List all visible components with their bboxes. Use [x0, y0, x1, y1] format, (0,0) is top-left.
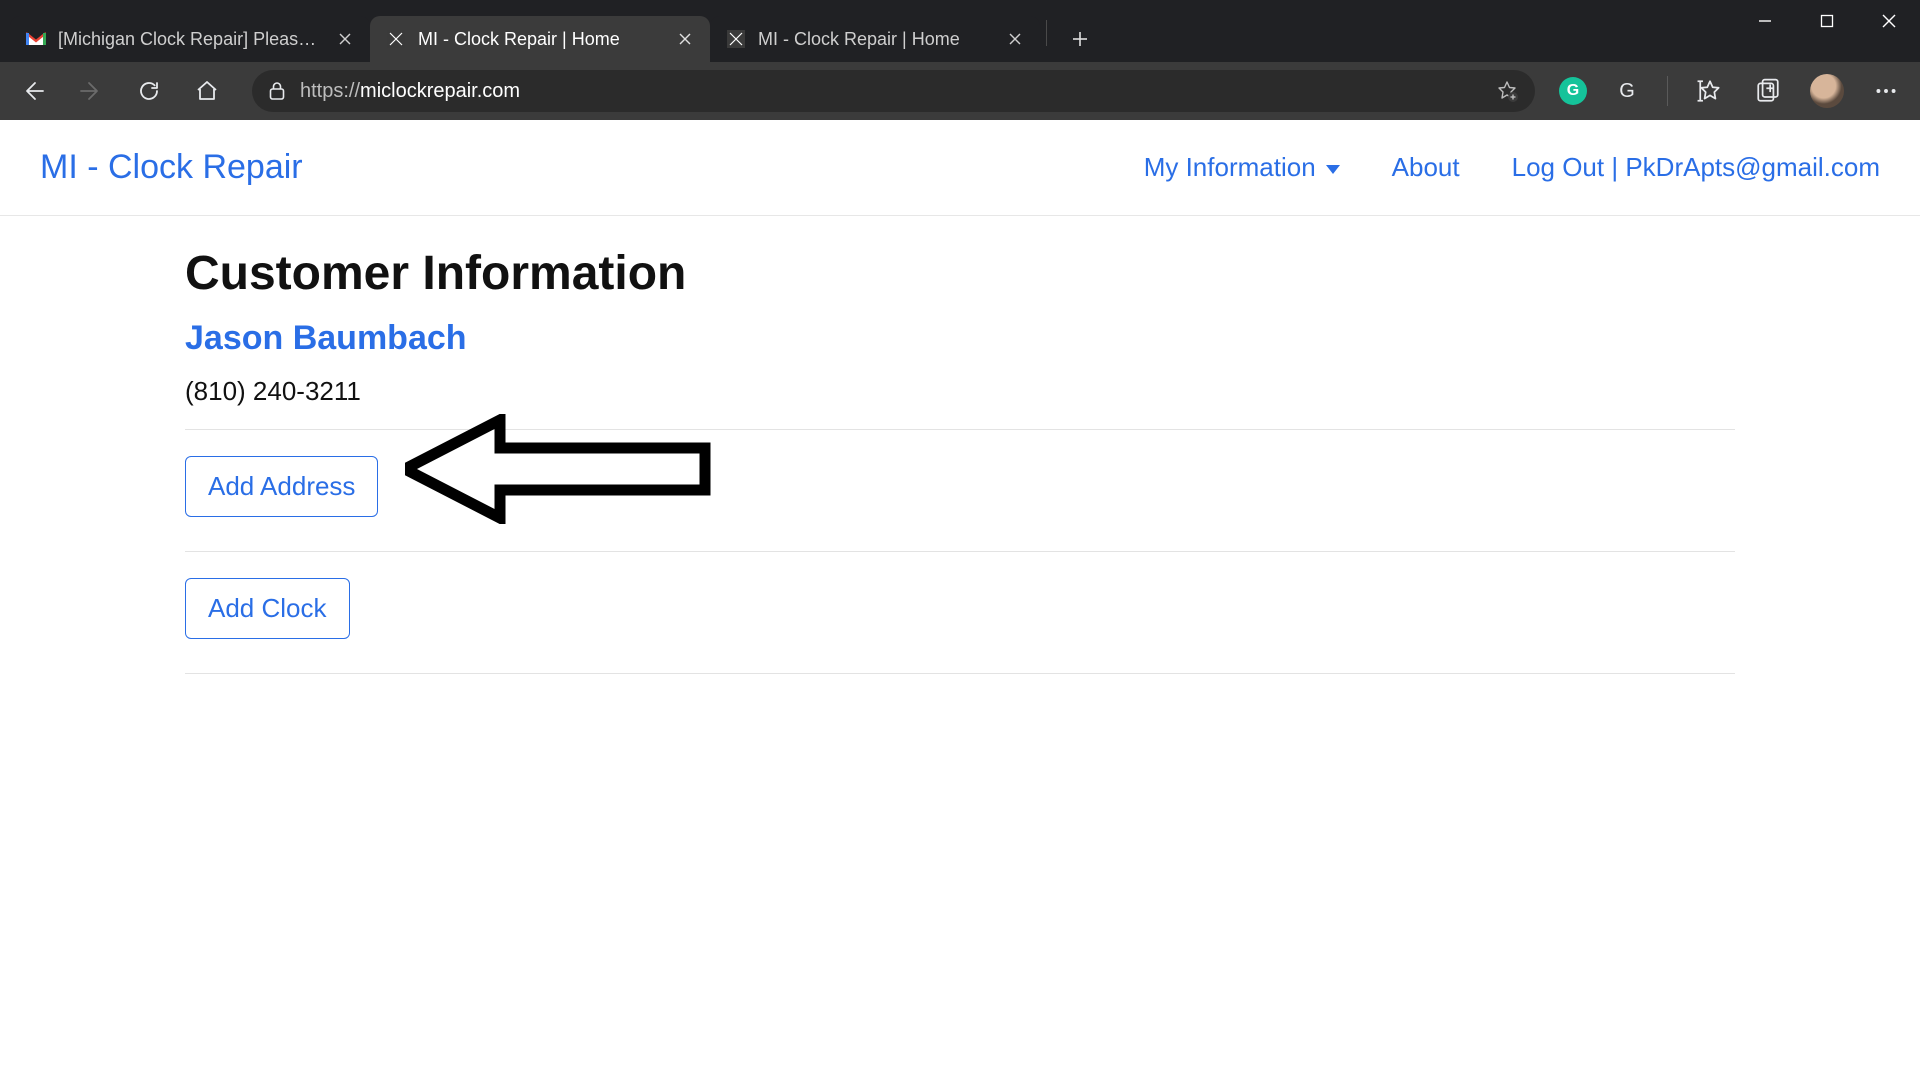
- window-minimize-button[interactable]: [1734, 0, 1796, 42]
- nav-about[interactable]: About: [1392, 152, 1460, 183]
- section-divider: [185, 429, 1735, 430]
- profile-avatar[interactable]: [1810, 74, 1844, 108]
- window-close-button[interactable]: [1858, 0, 1920, 42]
- add-clock-button[interactable]: Add Clock: [185, 578, 350, 639]
- nav-logout[interactable]: Log Out | PkDrApts@gmail.com: [1512, 152, 1880, 183]
- window-maximize-button[interactable]: [1796, 0, 1858, 42]
- site-favicon-icon: [386, 29, 406, 49]
- tab-title: MI - Clock Repair | Home: [418, 29, 664, 50]
- url-scheme: https://: [300, 80, 360, 102]
- nav-back-button[interactable]: [12, 70, 54, 112]
- address-bar[interactable]: https://miclockrepair.com: [252, 70, 1535, 112]
- browser-tab[interactable]: [Michigan Clock Repair] Please C: [10, 16, 370, 62]
- browser-toolbar: https://miclockrepair.com G G: [0, 62, 1920, 120]
- gmail-favicon-icon: [26, 29, 46, 49]
- content-container: Customer Information Jason Baumbach (810…: [185, 216, 1735, 674]
- tab-strip: [Michigan Clock Repair] Please C MI - Cl…: [0, 12, 1920, 62]
- favorites-add-icon[interactable]: [1495, 79, 1519, 103]
- annotation-arrow-icon: [405, 414, 715, 524]
- url-text: https://miclockrepair.com: [300, 80, 520, 103]
- add-address-button[interactable]: Add Address: [185, 456, 378, 517]
- tab-close-button[interactable]: [1006, 30, 1024, 48]
- page-body: MI - Clock Repair My Information About L…: [0, 120, 1920, 1080]
- toolbar-right: G G: [1559, 74, 1908, 108]
- favorites-icon[interactable]: [1694, 75, 1726, 107]
- toolbar-separator: [1667, 76, 1668, 106]
- section-divider: [185, 673, 1735, 674]
- section-divider: [185, 551, 1735, 552]
- window-controls: [1734, 0, 1920, 42]
- nav-refresh-button[interactable]: [128, 70, 170, 112]
- page-title: Customer Information: [185, 246, 1735, 301]
- tab-title: MI - Clock Repair | Home: [758, 29, 994, 50]
- new-tab-button[interactable]: [1061, 20, 1099, 58]
- browser-tab[interactable]: MI - Clock Repair | Home: [710, 16, 1040, 62]
- brand-link[interactable]: MI - Clock Repair: [40, 148, 303, 187]
- extension-grammarly-icon[interactable]: G: [1559, 77, 1587, 105]
- url-host: miclockrepair.com: [360, 80, 520, 102]
- browser-tab-active[interactable]: MI - Clock Repair | Home: [370, 16, 710, 62]
- tab-close-button[interactable]: [676, 30, 694, 48]
- lock-icon: [268, 81, 286, 101]
- browser-chrome: [Michigan Clock Repair] Please C MI - Cl…: [0, 0, 1920, 120]
- tab-separator: [1046, 20, 1047, 46]
- extension-g-icon[interactable]: G: [1613, 77, 1641, 105]
- tab-close-button[interactable]: [336, 30, 354, 48]
- nav-forward-button[interactable]: [70, 70, 112, 112]
- nav-home-button[interactable]: [186, 70, 228, 112]
- nav-my-information[interactable]: My Information: [1144, 152, 1340, 183]
- tab-title: [Michigan Clock Repair] Please C: [58, 29, 324, 50]
- caret-down-icon: [1326, 165, 1340, 174]
- site-favicon-icon: [726, 29, 746, 49]
- nav-my-information-label: My Information: [1144, 152, 1316, 183]
- customer-phone: (810) 240-3211: [185, 376, 1735, 407]
- customer-name-link[interactable]: Jason Baumbach: [185, 319, 1735, 358]
- site-nav: My Information About Log Out | PkDrApts@…: [1144, 152, 1880, 183]
- more-menu-button[interactable]: [1870, 75, 1902, 107]
- site-header: MI - Clock Repair My Information About L…: [0, 120, 1920, 216]
- collections-icon[interactable]: [1752, 75, 1784, 107]
